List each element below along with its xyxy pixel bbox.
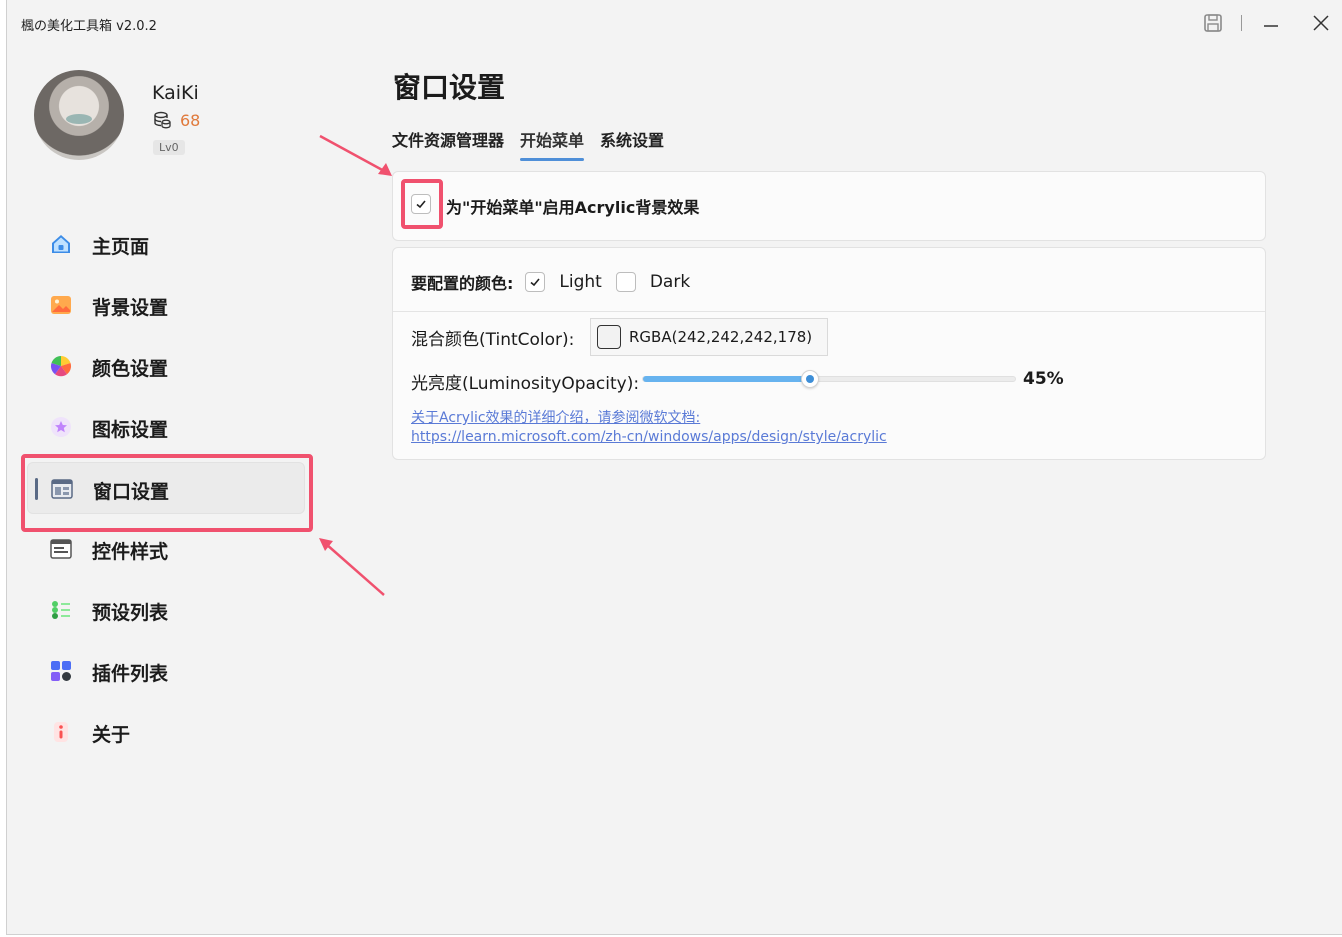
slider-thumb[interactable]	[801, 370, 820, 388]
dark-label: Dark	[649, 272, 691, 292]
main-content: 窗口设置 文件资源管理器 开始菜单 系统设置 为"开始菜单"启用Acrylic背…	[392, 0, 1272, 935]
acrylic-settings-card: 要配置的颜色: Light Dark 混合颜色(TintColor): RGBA…	[392, 247, 1266, 460]
tab-system-settings[interactable]: 系统设置	[600, 127, 664, 161]
sidebar-item-color[interactable]: 颜色设置	[27, 340, 305, 392]
sidebar-item-label: 插件列表	[92, 663, 169, 685]
tint-color-picker[interactable]: RGBA(242,242,242,178)	[590, 318, 828, 356]
highlight-box-nav	[21, 454, 313, 532]
sidebar-item-label: 图标设置	[92, 419, 169, 441]
sidebar-item-about[interactable]: 关于	[27, 706, 305, 758]
level-badge: Lv0	[153, 140, 185, 155]
sidebar-item-home[interactable]: 主页面	[27, 218, 305, 270]
color-target-label: 要配置的颜色:	[411, 274, 514, 293]
tint-value: RGBA(242,242,242,178)	[629, 328, 813, 346]
coins-icon	[154, 111, 171, 129]
luminosity-slider[interactable]	[642, 370, 1016, 388]
arrow-annotation-bottom	[319, 538, 385, 596]
list-icon	[52, 601, 70, 619]
sidebar-item-preset[interactable]: 预设列表	[27, 584, 305, 636]
highlight-box-checkbox	[401, 179, 443, 229]
acrylic-doc-link[interactable]: 关于Acrylic效果的详细介绍，请参阅微软文档: https://learn.…	[411, 409, 887, 447]
tab-explorer[interactable]: 文件资源管理器	[392, 127, 504, 161]
sidebar-item-label: 预设列表	[92, 602, 169, 624]
user-name: KaiKi	[152, 82, 199, 104]
tab-bar: 文件资源管理器 开始菜单 系统设置	[392, 127, 664, 161]
sidebar-item-plugin[interactable]: 插件列表	[27, 645, 305, 697]
coin-row: 68	[152, 110, 200, 130]
luminosity-value: 45%	[1023, 369, 1064, 389]
widget-icon	[50, 539, 72, 559]
sidebar-item-icon[interactable]: 图标设置	[27, 401, 305, 453]
acrylic-card: 为"开始菜单"启用Acrylic背景效果	[392, 171, 1266, 241]
color-target-row: 要配置的颜色: Light Dark	[411, 270, 704, 294]
tab-start-menu[interactable]: 开始菜单	[520, 127, 585, 161]
check-icon	[530, 278, 541, 287]
close-icon[interactable]	[1301, 8, 1341, 38]
color-wheel-icon	[50, 356, 72, 377]
app-title: 楓の美化工具箱 v2.0.2	[21, 19, 157, 34]
sidebar-item-label: 控件样式	[92, 541, 169, 563]
info-icon	[54, 722, 68, 742]
light-checkbox[interactable]	[525, 272, 546, 292]
home-icon	[52, 235, 70, 253]
sidebar-item-label: 关于	[92, 724, 131, 746]
slider-fill	[643, 376, 811, 382]
arrow-annotation-top	[319, 134, 392, 176]
image-icon	[51, 296, 71, 314]
dark-checkbox[interactable]	[615, 272, 636, 292]
tint-swatch	[597, 325, 621, 349]
avatar[interactable]	[34, 70, 124, 160]
luminosity-label: 光亮度(LuminosityOpacity):	[411, 374, 640, 394]
page-title: 窗口设置	[393, 71, 506, 104]
light-label: Light	[559, 272, 602, 292]
doc-link-line2[interactable]: https://learn.microsoft.com/zh-cn/window…	[411, 428, 887, 447]
sidebar-item-label: 颜色设置	[92, 358, 169, 380]
sidebar-item-label: 主页面	[92, 236, 150, 258]
star-icon	[51, 417, 71, 437]
acrylic-checkbox-label: 为"开始菜单"启用Acrylic背景效果	[446, 198, 700, 217]
sidebar-item-background[interactable]: 背景设置	[27, 279, 305, 331]
tint-label: 混合颜色(TintColor):	[411, 330, 575, 350]
divider	[393, 311, 1265, 312]
plugin-icon	[51, 661, 71, 681]
sidebar-item-label: 背景设置	[92, 297, 169, 319]
coin-count: 68	[180, 110, 201, 130]
doc-link-line1[interactable]: 关于Acrylic效果的详细介绍，请参阅微软文档:	[411, 410, 700, 426]
